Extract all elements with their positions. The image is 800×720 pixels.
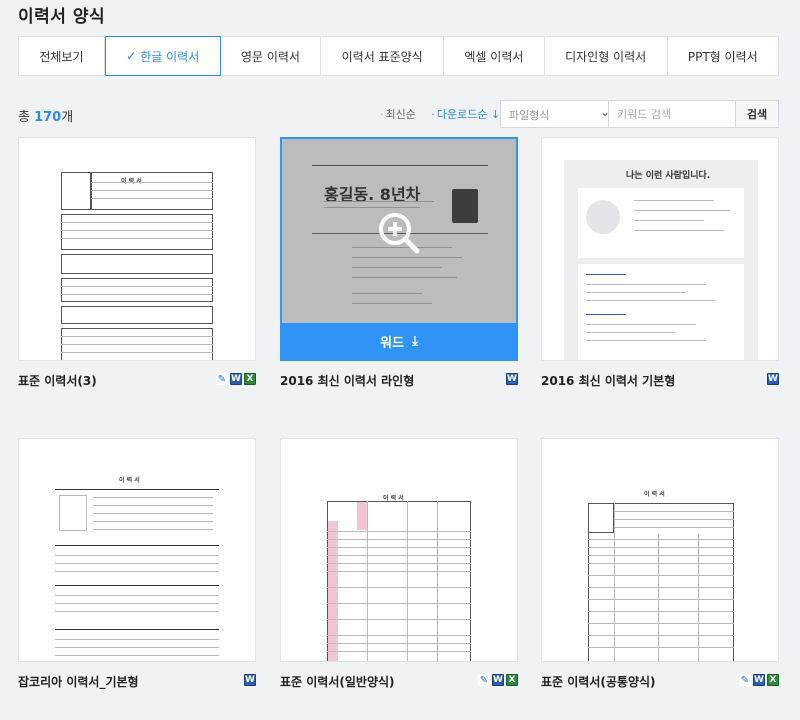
- zoom-in-icon[interactable]: [375, 209, 423, 257]
- format-icons: W: [244, 674, 256, 686]
- template-thumbnail[interactable]: 이 력 서: [541, 438, 779, 662]
- page-title: 이력서 양식: [18, 7, 106, 27]
- result-count-number: 170: [34, 110, 62, 125]
- template-card[interactable]: 나는 이런 사람입니다. 2016 최신 이력서 기본형 W: [541, 137, 779, 388]
- resume-preview: 이 력 서: [588, 489, 734, 661]
- tab-label: 엑셀 이력서: [464, 49, 524, 64]
- template-title[interactable]: 잡코리아 이력서_기본형: [18, 673, 139, 690]
- template-thumbnail[interactable]: 나는 이런 사람입니다.: [541, 137, 779, 361]
- list-toolbar: 총 170개 ·최신순 ·다운로드순 ↓ 파일형식⌄ 검색: [18, 100, 779, 128]
- tab-english-resume[interactable]: 영문 이력서: [221, 37, 322, 75]
- resume-preview: 이 력 서: [61, 172, 213, 360]
- format-icons: ✎ W X: [216, 373, 256, 385]
- template-thumbnail[interactable]: 홍길동. 8년차 워드 ⤓: [280, 137, 518, 361]
- word-file-icon: W: [753, 674, 765, 686]
- template-title[interactable]: 표준 이력서(3): [18, 372, 97, 389]
- template-title[interactable]: 2016 최신 이력서 기본형: [541, 372, 675, 389]
- hwp-file-icon: ✎: [739, 674, 751, 686]
- word-file-icon: W: [506, 373, 518, 385]
- category-tabs: 전체보기 ✓ 한글 이력서 영문 이력서 이력서 표준양식 엑셀 이력서 디자인형…: [18, 36, 779, 76]
- excel-file-icon: X: [767, 674, 779, 686]
- tab-label: 영문 이력서: [240, 49, 300, 64]
- check-icon: ✓: [126, 49, 137, 63]
- word-file-icon: W: [492, 674, 504, 686]
- download-word-button[interactable]: 워드 ⤓: [282, 323, 516, 359]
- template-card[interactable]: 이 력 서 표준 이력서(공통양식) ✎ W X: [541, 438, 779, 689]
- sort-latest[interactable]: · 최신순: [380, 108, 422, 121]
- result-count: 총 170개: [18, 110, 74, 125]
- sort-download[interactable]: · 다운로드순 ↓: [431, 108, 506, 121]
- word-file-icon: W: [244, 674, 256, 686]
- tab-label: PPT형 이력서: [687, 49, 758, 64]
- profile-avatar: [586, 200, 620, 234]
- tab-ppt-resume[interactable]: PPT형 이력서: [668, 37, 778, 75]
- tab-design-resume[interactable]: 디자인형 이력서: [545, 37, 668, 75]
- search-button[interactable]: 검색: [735, 100, 779, 128]
- tab-all[interactable]: 전체보기: [19, 37, 105, 75]
- resume-preview: 이 력 서: [327, 491, 471, 661]
- photo-placeholder: [59, 495, 87, 531]
- hwp-file-icon: ✎: [478, 674, 490, 686]
- keyword-search-input[interactable]: [608, 100, 736, 128]
- tab-label: 전체보기: [39, 49, 84, 64]
- tab-label: 한글 이력서: [140, 49, 200, 64]
- format-icons: ✎ W X: [739, 674, 779, 686]
- template-thumbnail[interactable]: 이 력 서: [280, 438, 518, 662]
- template-card[interactable]: 홍길동. 8년차 워드 ⤓ 2016 최신 이력서 라인형 W: [280, 137, 518, 388]
- tab-label: 디자인형 이력서: [565, 49, 647, 64]
- format-icons: W: [506, 373, 518, 385]
- tab-hangul-resume[interactable]: ✓ 한글 이력서: [104, 36, 221, 76]
- template-title[interactable]: 2016 최신 이력서 라인형: [280, 372, 414, 389]
- download-icon: ⤓: [412, 333, 418, 349]
- format-icons: ✎ W X: [478, 674, 518, 686]
- tab-excel-resume[interactable]: 엑셀 이력서: [444, 37, 545, 75]
- excel-file-icon: X: [244, 373, 256, 385]
- word-file-icon: W: [767, 373, 779, 385]
- template-card[interactable]: 이 력 서 표준 이력서(일반양식) ✎ W X: [280, 438, 518, 689]
- template-title[interactable]: 표준 이력서(일반양식): [280, 673, 395, 690]
- excel-file-icon: X: [506, 674, 518, 686]
- tab-standard-resume[interactable]: 이력서 표준양식: [321, 37, 445, 75]
- resume-preview: 이 력 서: [55, 469, 219, 661]
- template-title[interactable]: 표준 이력서(공통양식): [541, 673, 656, 690]
- resume-preview: 나는 이런 사람입니다.: [564, 160, 758, 360]
- word-file-icon: W: [230, 373, 242, 385]
- hwp-file-icon: ✎: [216, 373, 228, 385]
- filetype-select[interactable]: 파일형식 ⌄: [500, 100, 618, 128]
- sort-options: · 최신순 · 다운로드순 ↓: [380, 106, 512, 122]
- tab-label: 이력서 표준양식: [341, 49, 423, 64]
- format-icons: W: [767, 373, 779, 385]
- template-card[interactable]: 이 력 서 잡코리아 이력서_기본형 W: [18, 438, 256, 689]
- template-thumbnail[interactable]: 이 력 서: [18, 438, 256, 662]
- template-card[interactable]: 이 력 서 표준 이력서(3) ✎ W X: [18, 137, 256, 388]
- template-thumbnail[interactable]: 이 력 서: [18, 137, 256, 361]
